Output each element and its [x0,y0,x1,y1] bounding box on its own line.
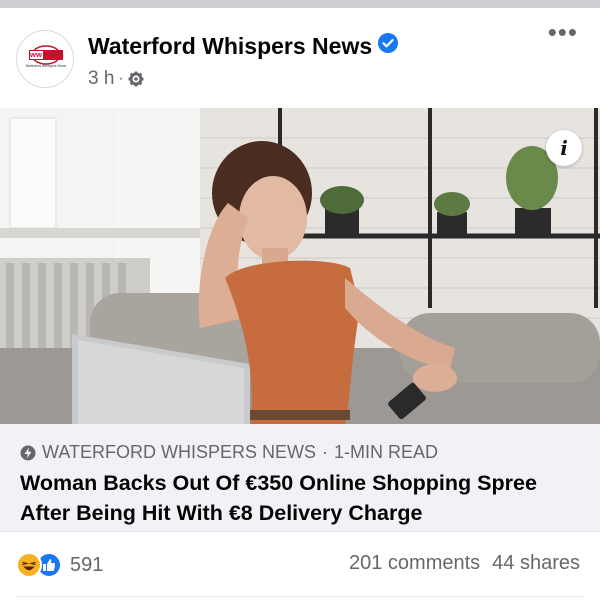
link-preview[interactable]: WATERFORD WHISPERS NEWS · 1-MIN READ Wom… [0,424,600,532]
link-source-name: WATERFORD WHISPERS NEWS [42,442,316,462]
gear-icon [128,71,144,87]
link-read-time: 1-MIN READ [334,442,439,462]
top-divider [0,0,600,8]
footer-divider [16,596,584,597]
comments-count[interactable]: 201 comments [349,552,480,574]
post-header: ww news Waterford Whispers News Waterfor… [0,8,600,108]
page-name-text[interactable]: Waterford Whispers News [88,33,372,59]
link-source: WATERFORD WHISPERS NEWS · 1-MIN READ [20,442,438,463]
lightning-icon [20,445,36,460]
verified-badge-icon [378,33,399,53]
reaction-count: 591 [70,553,104,576]
post-meta: 3 h · [88,68,144,90]
avatar[interactable]: ww news Waterford Whispers News [16,30,74,88]
link-headline[interactable]: Woman Backs Out Of €350 Online Shopping … [20,468,590,528]
engagement-counts: 201 comments 44 shares [349,552,580,575]
article-photo[interactable]: i [0,108,600,424]
avatar-logo-text: ww news [30,50,64,59]
photo-illustration [0,108,600,424]
meta-separator: · [118,70,124,87]
haha-reaction-icon [16,552,42,578]
post-footer: 591 201 comments 44 shares [0,532,600,600]
reactions-summary[interactable]: 591 [16,552,103,578]
post-timestamp[interactable]: 3 h [88,68,114,90]
avatar-sub-text: Waterford Whispers News [25,64,67,68]
link-separator: · [322,442,328,462]
info-icon[interactable]: i [546,130,582,166]
more-options-icon[interactable]: ••• [548,19,578,45]
shares-count[interactable]: 44 shares [492,552,580,574]
page-name[interactable]: Waterford Whispers News [88,33,399,60]
